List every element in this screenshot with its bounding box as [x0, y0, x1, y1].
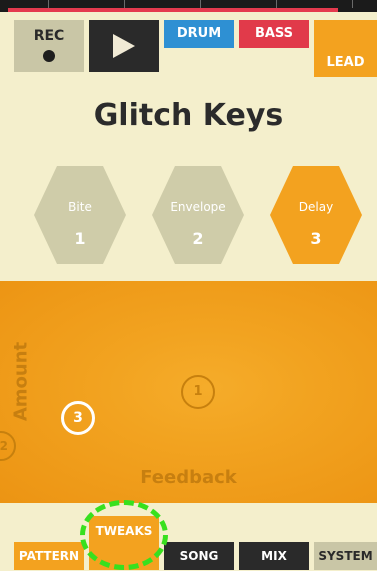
tab-system[interactable]: SYSTEM [314, 542, 377, 570]
param-envelope-button[interactable]: Envelope 2 [152, 166, 244, 264]
record-button[interactable]: REC [14, 20, 84, 72]
param-label: Delay [298, 200, 334, 214]
lead-button[interactable]: LEAD [314, 20, 377, 77]
pad-node-3[interactable]: 3 [61, 401, 95, 435]
tab-song[interactable]: SONG [164, 542, 234, 570]
x-axis-label: Feedback [140, 467, 237, 488]
playback-progress-bar [8, 8, 338, 12]
record-dot-icon [43, 50, 55, 62]
param-label: Bite [68, 200, 92, 214]
param-delay-button[interactable]: Delay 3 [270, 166, 362, 264]
play-icon [113, 34, 135, 58]
tab-pattern[interactable]: PATTERN [14, 542, 84, 570]
param-number: 3 [310, 229, 322, 248]
param-number: 2 [192, 229, 204, 248]
param-number: 1 [74, 229, 86, 248]
timeline-tick [276, 0, 277, 8]
timeline-tick [352, 0, 353, 8]
timeline-tick [124, 0, 125, 8]
pad-node-1[interactable]: 1 [181, 375, 215, 409]
record-label: REC [33, 28, 65, 44]
xy-pad[interactable]: Amount Feedback 1 3 2 [0, 281, 377, 503]
bass-button[interactable]: BASS [239, 20, 309, 48]
param-bite-button[interactable]: Bite 1 [34, 166, 126, 264]
param-label: Envelope [170, 200, 226, 214]
tweaks-highlight-circle [80, 500, 168, 570]
play-button[interactable] [89, 20, 159, 72]
tab-mix[interactable]: MIX [239, 542, 309, 570]
timeline-tick [200, 0, 201, 8]
timeline-tick [48, 0, 49, 8]
pad-node-2[interactable]: 2 [0, 431, 16, 461]
y-axis-label: Amount [10, 341, 32, 422]
instrument-title: Glitch Keys [93, 98, 284, 133]
drum-button[interactable]: DRUM [164, 20, 234, 48]
